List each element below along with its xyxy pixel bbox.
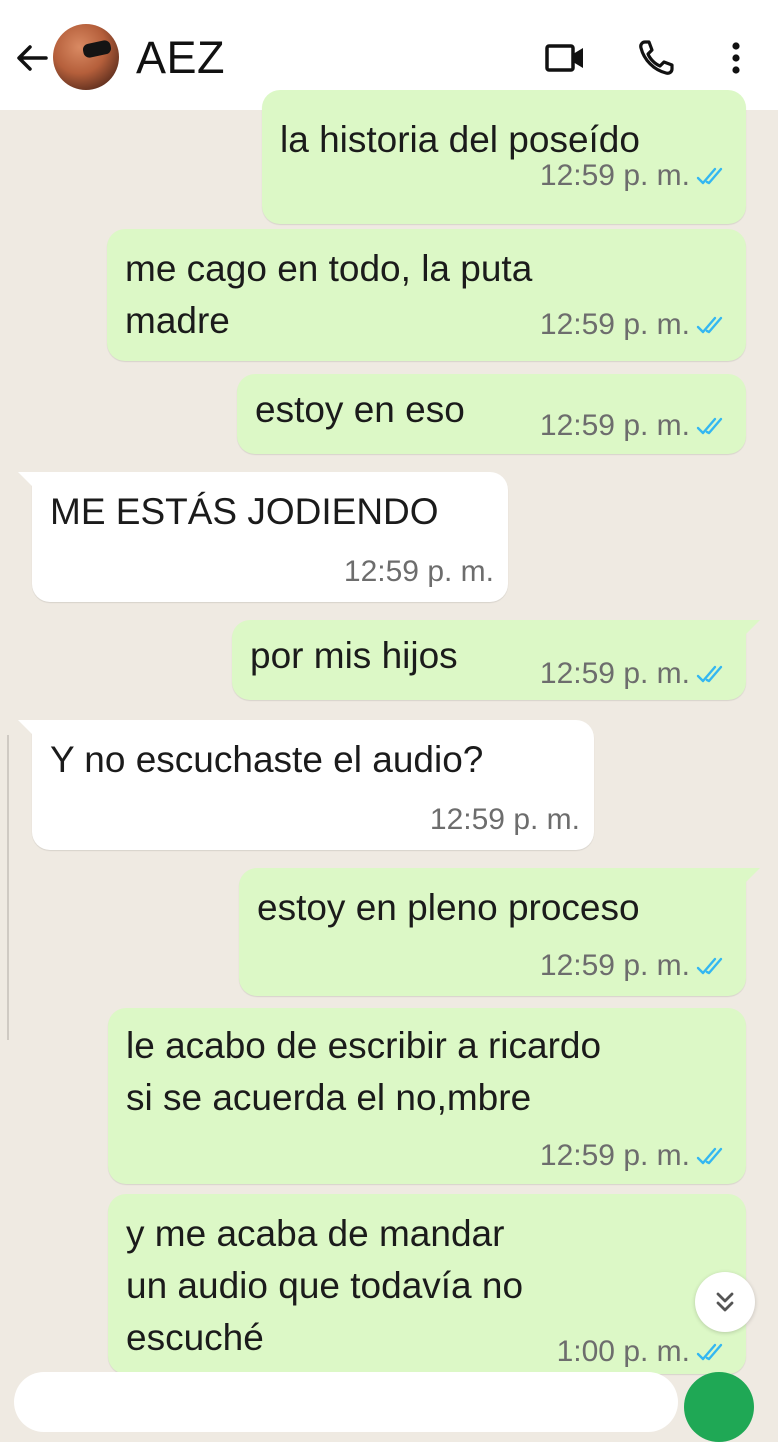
message-time: 12:59 p. m. xyxy=(539,409,690,442)
outgoing-message[interactable]: le acabo de escribir a ricardo si se acu… xyxy=(108,1008,746,1184)
message-time: 12:59 p. m. xyxy=(539,159,690,192)
message-text: un audio que todavía no xyxy=(126,1265,524,1306)
double-check-icon xyxy=(696,167,723,185)
message-time: 1:00 p. m. xyxy=(556,1335,690,1368)
outgoing-message[interactable]: y me acaba de mandar un audio que todaví… xyxy=(108,1194,746,1374)
double-check-icon xyxy=(696,316,723,334)
double-check-icon xyxy=(696,417,723,435)
message-meta: 1:00 p. m. xyxy=(557,1334,724,1370)
contact-name[interactable]: AEZ xyxy=(136,30,225,86)
message-text: Y no escuchaste el audio? xyxy=(50,739,484,780)
message-time: 12:59 p. m. xyxy=(343,555,494,588)
message-time: 12:59 p. m. xyxy=(539,657,690,690)
message-input[interactable] xyxy=(14,1372,678,1432)
message-text: madre xyxy=(125,300,230,341)
message-meta: 12:59 p. m. xyxy=(540,656,724,692)
message-text: estoy en eso xyxy=(255,389,465,430)
bubble-tail xyxy=(738,868,760,890)
scroll-to-bottom-button[interactable] xyxy=(695,1272,755,1332)
message-meta: 12:59 p. m. xyxy=(540,307,724,343)
phone-icon[interactable] xyxy=(634,36,678,80)
contact-avatar[interactable] xyxy=(53,24,119,90)
more-vert-icon[interactable] xyxy=(714,36,758,80)
message-text: escuché xyxy=(126,1317,264,1358)
avatar-glasses xyxy=(81,39,113,59)
chat-area[interactable]: la historia del poseído 12:59 p. m. me c… xyxy=(0,90,778,1397)
outgoing-message[interactable]: la historia del poseído 12:59 p. m. xyxy=(262,90,746,224)
double-check-icon xyxy=(696,1147,723,1165)
message-meta: 12:59 p. m. xyxy=(430,802,580,838)
message-meta: 12:59 p. m. xyxy=(540,408,724,444)
outgoing-message[interactable]: me cago en todo, la puta madre 12:59 p. … xyxy=(107,229,746,361)
incoming-message[interactable]: Y no escuchaste el audio? 12:59 p. m. xyxy=(18,720,594,850)
double-check-icon xyxy=(696,1343,723,1361)
outgoing-message[interactable]: por mis hijos 12:59 p. m. xyxy=(232,620,760,700)
mic-button[interactable] xyxy=(684,1372,754,1442)
message-time: 12:59 p. m. xyxy=(539,1139,690,1172)
message-time: 12:59 p. m. xyxy=(539,949,690,982)
message-text: y me acaba de mandar xyxy=(126,1213,505,1254)
message-time: 12:59 p. m. xyxy=(429,803,580,836)
message-meta: 12:59 p. m. xyxy=(344,554,494,590)
outgoing-message[interactable]: estoy en eso 12:59 p. m. xyxy=(237,374,746,454)
message-meta: 12:59 p. m. xyxy=(540,158,724,194)
double-check-icon xyxy=(696,957,723,975)
message-meta: 12:59 p. m. xyxy=(540,1138,724,1174)
bubble-tail xyxy=(18,720,40,742)
message-time: 12:59 p. m. xyxy=(539,308,690,341)
bubble-tail xyxy=(738,620,760,642)
message-text: si se acuerda el no,mbre xyxy=(126,1077,532,1118)
message-text: por mis hijos xyxy=(250,635,458,676)
double-chevron-down-icon xyxy=(716,1292,734,1312)
outgoing-message[interactable]: estoy en pleno proceso 12:59 p. m. xyxy=(239,868,760,996)
video-call-icon[interactable] xyxy=(543,36,587,80)
message-text: me cago en todo, la puta xyxy=(125,248,533,289)
message-text: le acabo de escribir a ricardo xyxy=(126,1025,602,1066)
message-meta: 12:59 p. m. xyxy=(540,948,724,984)
back-arrow-icon[interactable] xyxy=(14,40,50,76)
double-check-icon xyxy=(696,665,723,683)
message-text: ME ESTÁS JODIENDO xyxy=(50,491,439,532)
left-edge-divider xyxy=(0,735,9,1040)
bubble-tail xyxy=(18,472,40,494)
message-text: estoy en pleno proceso xyxy=(257,887,640,928)
incoming-message[interactable]: ME ESTÁS JODIENDO 12:59 p. m. xyxy=(18,472,508,602)
